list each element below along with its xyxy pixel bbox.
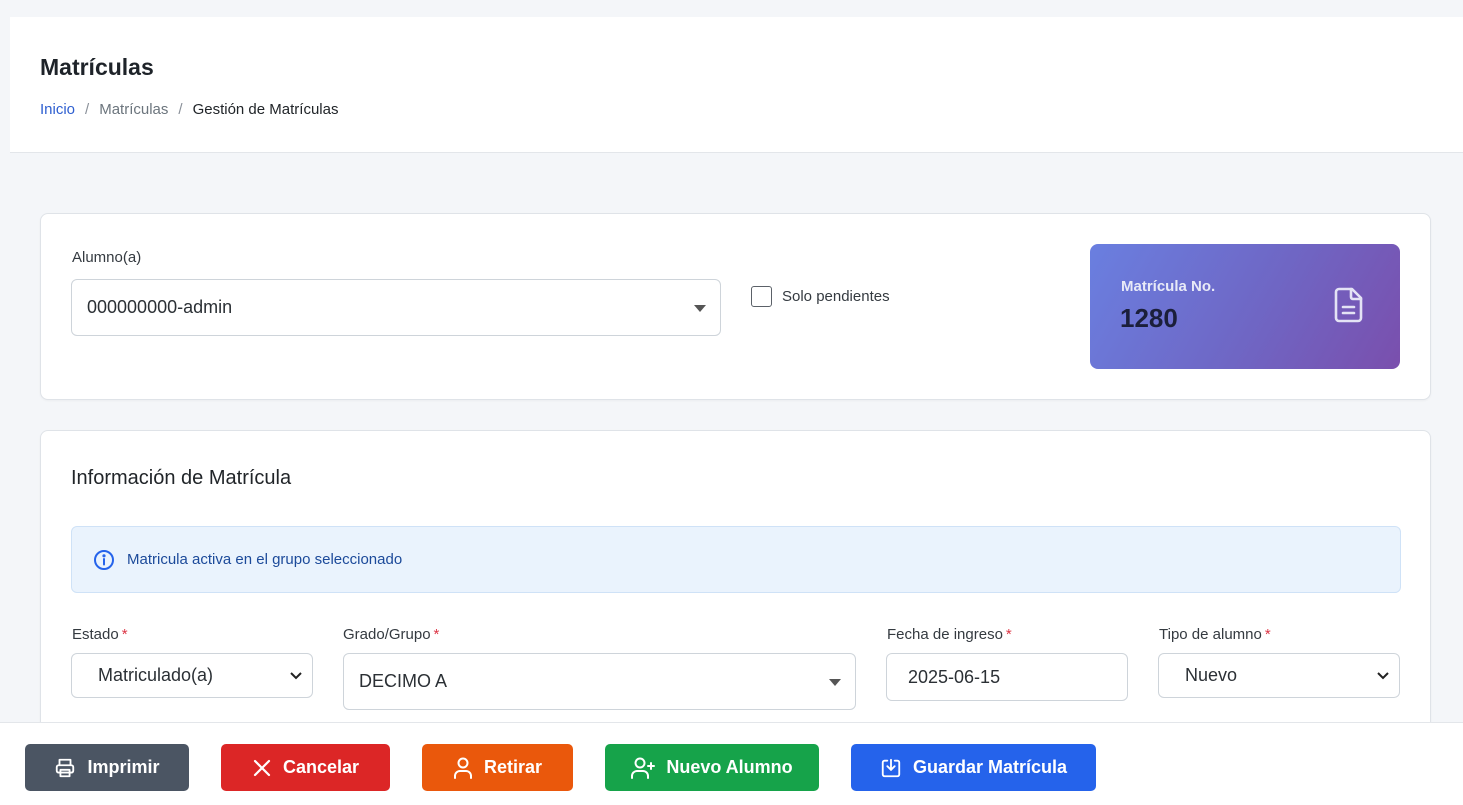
- user-icon: [453, 757, 472, 779]
- cancel-button[interactable]: Cancelar: [221, 744, 390, 791]
- fecha-label: Fecha de ingreso *: [887, 626, 1012, 643]
- tipo-value: Nuevo: [1185, 665, 1238, 685]
- estado-value: Matriculado(a): [98, 665, 214, 685]
- estado-label-text: Estado: [72, 626, 119, 643]
- breadcrumb-matriculas-link[interactable]: Matrículas: [99, 101, 168, 118]
- breadcrumb-separator: /: [85, 101, 90, 118]
- required-mark: *: [1264, 626, 1271, 643]
- solo-pendientes-label[interactable]: Solo pendientes: [782, 288, 890, 305]
- caret-down-icon: [829, 678, 841, 686]
- tipo-label-text: Tipo de alumno: [1159, 626, 1262, 643]
- required-mark: *: [1005, 626, 1012, 643]
- fecha-input[interactable]: 2025-06-15: [886, 653, 1128, 701]
- page-title: Matrículas: [40, 54, 154, 80]
- breadcrumb-home-link[interactable]: Inicio: [40, 101, 75, 118]
- new-student-label: Nuevo Alumno: [666, 757, 793, 777]
- alert-text: Matricula activa en el grupo seleccionad…: [127, 551, 403, 568]
- fecha-label-text: Fecha de ingreso: [887, 626, 1003, 643]
- retire-button[interactable]: Retirar: [422, 744, 573, 791]
- close-icon: [253, 759, 271, 776]
- solo-pendientes-checkbox-wrap[interactable]: Solo pendientes: [751, 286, 890, 307]
- print-button[interactable]: Imprimir: [25, 744, 189, 791]
- new-student-button[interactable]: Nuevo Alumno: [605, 744, 819, 791]
- estado-select[interactable]: Matriculado(a): [71, 653, 313, 698]
- cancel-label: Cancelar: [282, 757, 360, 777]
- estado-label: Estado *: [72, 626, 128, 643]
- chevron-down-icon: [1377, 671, 1389, 679]
- print-label: Imprimir: [87, 757, 160, 777]
- required-mark: *: [121, 626, 128, 643]
- chevron-down-icon: [290, 671, 302, 679]
- student-card: Alumno(a) 000000000-admin Solo pendiente…: [40, 213, 1431, 400]
- breadcrumb: Inicio / Matrículas / Gestión de Matrícu…: [40, 101, 338, 118]
- grado-label: Grado/Grupo *: [343, 626, 439, 643]
- user-plus-icon: [631, 757, 656, 779]
- matricula-number: 1280: [1120, 303, 1178, 333]
- matricula-number-card: Matrícula No. 1280: [1090, 244, 1400, 369]
- breadcrumb-current: Gestión de Matrículas: [192, 101, 339, 118]
- info-alert: Matricula activa en el grupo seleccionad…: [71, 526, 1401, 593]
- download-icon: [881, 758, 901, 777]
- caret-down-icon: [694, 304, 706, 312]
- matricula-label: Matrícula No.: [1121, 278, 1216, 295]
- document-icon: [1334, 287, 1363, 323]
- tipo-select[interactable]: Nuevo: [1158, 653, 1400, 698]
- enrollment-info-card: Información de Matrícula Matricula activ…: [40, 430, 1431, 760]
- retire-label: Retirar: [483, 757, 543, 777]
- solo-pendientes-checkbox[interactable]: [751, 286, 772, 307]
- printer-icon: [56, 758, 75, 777]
- student-label: Alumno(a): [72, 249, 142, 266]
- fecha-value: 2025-06-15: [908, 666, 1001, 687]
- grado-label-text: Grado/Grupo: [343, 626, 431, 643]
- tipo-label: Tipo de alumno *: [1159, 626, 1271, 643]
- save-label: Guardar Matrícula: [912, 757, 1068, 777]
- required-mark: *: [433, 626, 440, 643]
- action-bar: Imprimir Cancelar Retirar Nuevo Alumno G…: [0, 722, 1463, 805]
- grado-value: DECIMO A: [359, 671, 448, 691]
- grado-select[interactable]: DECIMO A: [343, 653, 856, 710]
- breadcrumb-separator: /: [178, 101, 183, 118]
- save-button[interactable]: Guardar Matrícula: [851, 744, 1096, 791]
- info-circle-icon: [94, 549, 114, 570]
- student-select[interactable]: 000000000-admin: [71, 279, 721, 336]
- page-header: Matrículas Inicio / Matrículas / Gestión…: [10, 17, 1463, 153]
- section-title: Información de Matrícula: [71, 467, 292, 489]
- student-select-value: 000000000-admin: [87, 297, 233, 317]
